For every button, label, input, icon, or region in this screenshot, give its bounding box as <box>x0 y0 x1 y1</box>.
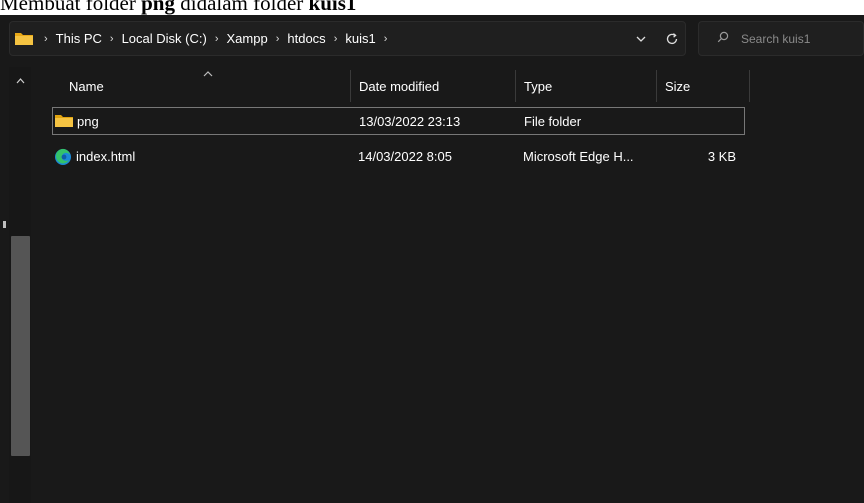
column-header-size[interactable]: Size <box>665 70 690 102</box>
chevron-right-icon[interactable]: › <box>276 33 280 45</box>
column-header-name[interactable]: Name <box>69 70 104 102</box>
search-box[interactable] <box>698 21 864 56</box>
vertical-scrollbar[interactable] <box>9 67 31 503</box>
chevron-right-icon[interactable]: › <box>215 33 219 45</box>
list-item[interactable]: png 13/03/2022 23:13 File folder <box>52 107 745 135</box>
breadcrumb: › This PC › Local Disk (C:) › Xampp › ht… <box>38 31 395 46</box>
column-divider[interactable] <box>515 70 516 102</box>
list-item[interactable]: index.html 14/03/2022 8:05 Microsoft Edg… <box>52 143 745 171</box>
search-icon <box>717 30 729 48</box>
column-header-type[interactable]: Type <box>524 70 552 102</box>
breadcrumb-xampp[interactable]: Xampp <box>227 31 268 46</box>
address-bar[interactable]: › This PC › Local Disk (C:) › Xampp › ht… <box>9 21 686 56</box>
column-header-row: Name Date modified Type Size <box>39 70 864 102</box>
caption-middle: didalam folder <box>174 0 309 15</box>
caption-bold-parent: kuis1 <box>308 0 357 15</box>
edge-icon <box>54 148 72 165</box>
file-name: index.html <box>76 148 136 164</box>
refresh-icon[interactable] <box>660 26 684 52</box>
chevron-right-icon[interactable]: › <box>384 33 388 45</box>
column-divider[interactable] <box>749 70 750 102</box>
caption-text: Membuat folder png didalam folder kuis1 <box>0 0 864 15</box>
folder-icon <box>14 31 34 46</box>
search-input[interactable] <box>739 30 859 47</box>
column-divider[interactable] <box>350 70 351 102</box>
breadcrumb-kuis1[interactable]: kuis1 <box>345 31 375 46</box>
file-size <box>665 108 737 134</box>
file-date-modified: 14/03/2022 8:05 <box>358 148 452 164</box>
chevron-right-icon[interactable]: › <box>110 33 114 45</box>
file-explorer-window: › This PC › Local Disk (C:) › Xampp › ht… <box>0 15 864 503</box>
file-date-modified: 13/03/2022 23:13 <box>359 113 461 129</box>
breadcrumb-htdocs[interactable]: htdocs <box>287 31 325 46</box>
column-header-date-modified[interactable]: Date modified <box>359 70 439 102</box>
scrollbar-thumb[interactable] <box>11 236 30 456</box>
caption-bold-folder: png <box>141 0 175 15</box>
file-name-cell: index.html <box>54 143 135 169</box>
breadcrumb-this-pc[interactable]: This PC <box>56 31 102 46</box>
column-divider[interactable] <box>656 70 657 102</box>
chevron-down-icon[interactable] <box>632 28 650 50</box>
file-size: 3 KB <box>707 148 736 164</box>
chevron-up-icon[interactable] <box>9 73 31 89</box>
file-name-cell: png <box>55 108 99 134</box>
chevron-right-icon: › <box>44 32 48 45</box>
sort-ascending-icon <box>201 67 215 77</box>
chevron-right-icon[interactable]: › <box>334 33 338 45</box>
file-type: Microsoft Edge H... <box>523 148 634 164</box>
folder-icon <box>55 113 73 129</box>
file-type: File folder <box>524 113 582 129</box>
breadcrumb-local-disk[interactable]: Local Disk (C:) <box>122 31 207 46</box>
caption-prefix: Membuat folder <box>0 0 142 15</box>
file-name: png <box>77 113 99 129</box>
pane-edge-marker <box>3 221 6 228</box>
